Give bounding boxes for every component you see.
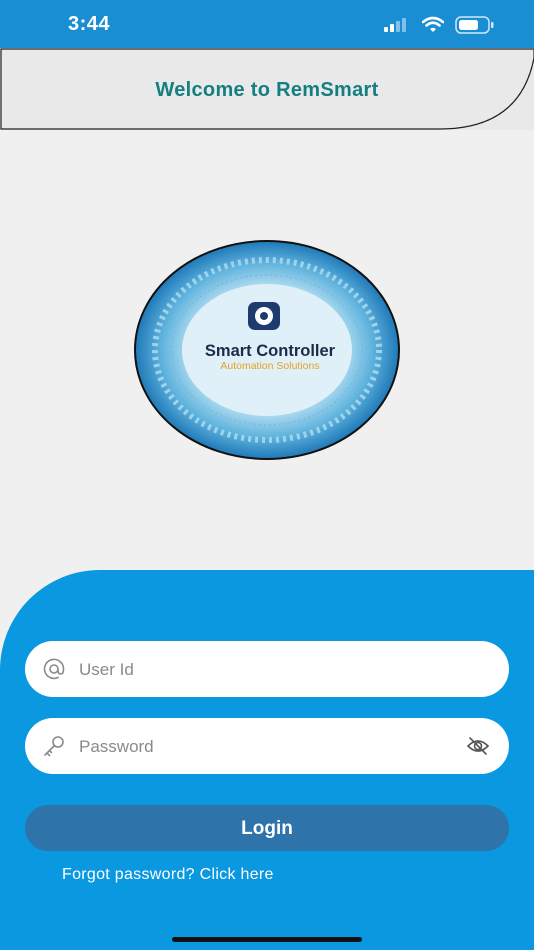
wifi-icon: [422, 16, 444, 32]
battery-icon: [455, 16, 494, 34]
eye-slash-icon[interactable]: [467, 736, 489, 756]
logo-title: Smart Controller: [205, 342, 336, 360]
status-time: 3:44: [68, 13, 111, 35]
header-card: Welcome to RemSmart: [0, 48, 534, 130]
user-id-input[interactable]: [77, 641, 471, 699]
key-icon: [44, 736, 64, 757]
app-logo: Smart Controller Automation Solutions: [134, 240, 400, 460]
password-input[interactable]: [77, 718, 471, 776]
home-indicator: [172, 937, 362, 942]
logo-subtitle: Automation Solutions: [220, 360, 319, 372]
page-title: Welcome to RemSmart: [155, 79, 379, 101]
at-icon: [43, 658, 65, 680]
password-field[interactable]: [25, 718, 509, 776]
status-bar: 3:44: [0, 0, 534, 48]
forgot-password-link[interactable]: Forgot password? Click here: [62, 866, 274, 884]
signal-icon: [384, 18, 406, 32]
login-button[interactable]: Login: [25, 805, 509, 851]
user-id-field[interactable]: [25, 641, 509, 699]
